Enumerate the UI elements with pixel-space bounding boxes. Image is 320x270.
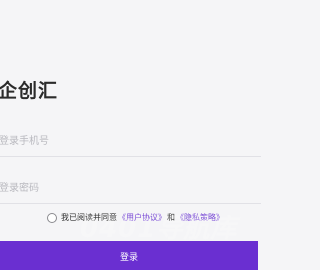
login-button-label: 登录 <box>119 253 138 263</box>
page-title: 企创汇 <box>0 80 59 102</box>
privacy-policy-link[interactable]: 《隐私策略》 <box>176 212 224 223</box>
agreement-row: 我已阅读并同意 《用户协议》 和 《隐私策略》 <box>47 212 225 223</box>
password-field[interactable] <box>0 173 261 204</box>
phone-field[interactable] <box>0 126 261 157</box>
login-button[interactable]: 登录 <box>0 241 258 270</box>
user-agreement-link[interactable]: 《用户协议》 <box>118 212 166 223</box>
agreement-text: 我已阅读并同意 <box>61 213 117 222</box>
agreement-and-text: 和 <box>167 213 175 222</box>
agreement-radio[interactable] <box>47 212 57 223</box>
phone-input[interactable] <box>0 126 261 156</box>
password-input[interactable] <box>0 173 261 203</box>
